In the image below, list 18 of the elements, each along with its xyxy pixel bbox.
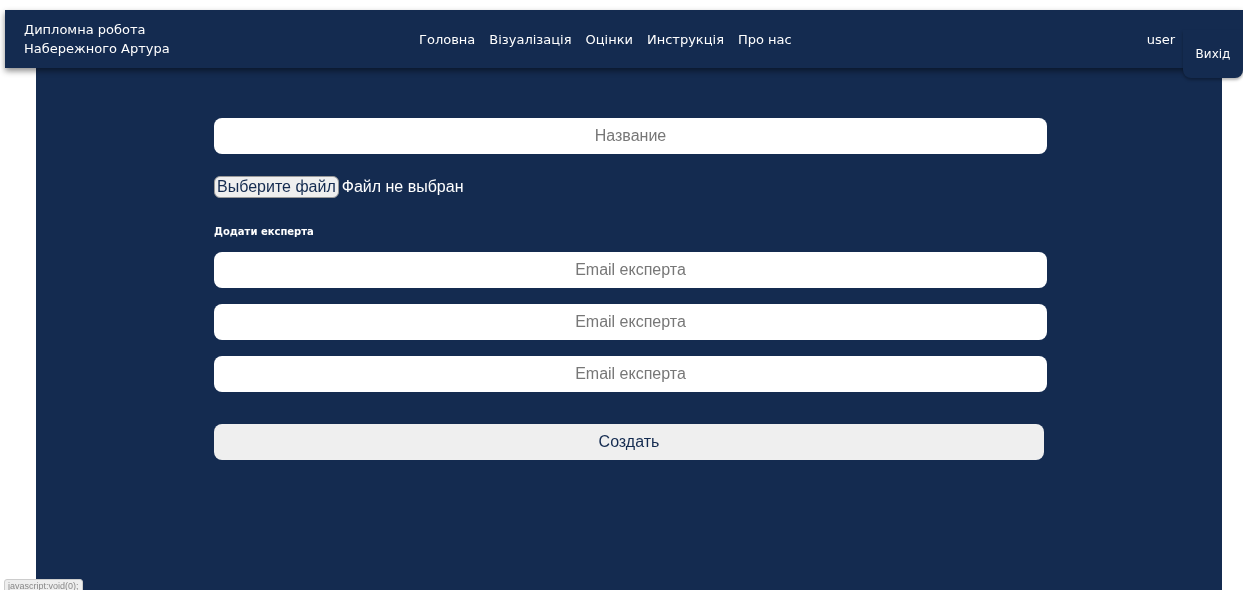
site-title: Дипломна робота <box>24 21 147 39</box>
title-field[interactable]: Название <box>214 118 1047 154</box>
status-url: javascript:void(0); <box>4 579 83 590</box>
choose-file-button[interactable]: Выберите файл <box>214 176 339 198</box>
file-status: Файл не выбран <box>341 178 464 196</box>
create-button[interactable]: Создать <box>214 424 1044 460</box>
user-name: user <box>1146 31 1175 47</box>
site-title: Набережного Артура <box>24 40 171 58</box>
email-field[interactable]: Email експерта <box>214 304 1047 340</box>
nav-link[interactable]: Про нас <box>738 31 792 47</box>
nav-link[interactable]: Оцінки <box>585 31 633 47</box>
nav-link[interactable]: Головна <box>419 31 476 47</box>
section-label: Додати експерта <box>214 226 315 237</box>
nav-link[interactable]: Инструкція <box>646 31 724 47</box>
nav-link[interactable]: Візуалізація <box>489 31 572 47</box>
email-field[interactable]: Email експерта <box>214 252 1047 288</box>
email-field[interactable]: Email експерта <box>214 356 1047 392</box>
logout-button[interactable]: Вихід <box>1183 30 1243 78</box>
